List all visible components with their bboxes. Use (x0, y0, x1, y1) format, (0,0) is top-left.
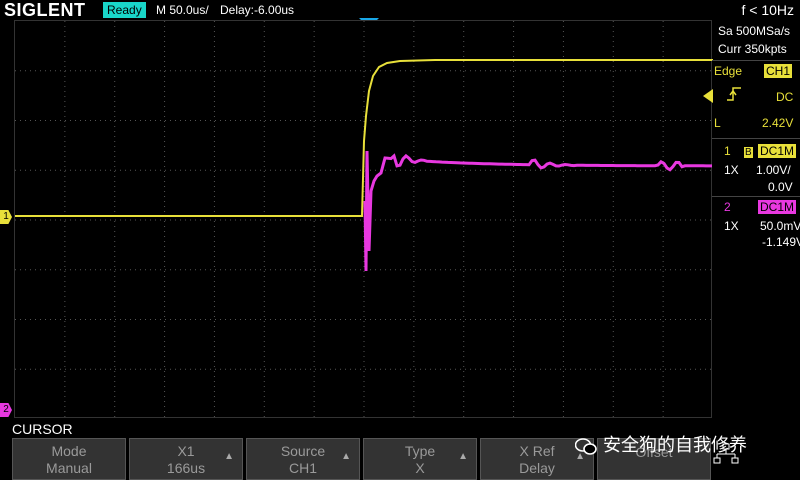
ch1-probe: 1X (724, 163, 739, 177)
panel-divider (712, 60, 800, 61)
waveform-display (14, 20, 713, 419)
ch2-coupling-badge: DC1M (758, 200, 797, 214)
ch2-offset-marker[interactable]: 2 (0, 403, 12, 417)
frequency-counter: f < 10Hz (741, 2, 794, 18)
acquisition-status-badge: Ready (103, 2, 146, 18)
memory-depth-readout: Curr 350kpts (718, 42, 787, 56)
ch1-number: 1 (724, 144, 731, 158)
ch2-waveform (363, 150, 712, 272)
knob-adjust-icon: ▲ (458, 451, 468, 462)
knob-adjust-icon: ▲ (341, 451, 351, 462)
wechat-icon (574, 437, 597, 456)
delay-readout: Delay:-6.00us (220, 3, 295, 17)
bandwidth-limit-badge: B (744, 147, 753, 158)
panel-divider (712, 138, 800, 139)
waveform-grid (15, 21, 713, 419)
knob-adjust-icon: ▲ (224, 451, 234, 462)
ch2-number: 2 (724, 200, 731, 214)
menu-title: CURSOR (12, 421, 73, 437)
network-icon (713, 443, 739, 464)
timebase-readout: M 50.0us/ (156, 3, 209, 17)
softkey-type[interactable]: Type X ▲ (363, 438, 477, 480)
ch2-offset: -1.149V (762, 235, 800, 249)
trigger-coupling: DC (776, 90, 794, 104)
brand-logo: SIGLENT (4, 0, 86, 20)
ch1-offset: 0.0V (768, 180, 793, 194)
softkey-mode[interactable]: Mode Manual (12, 438, 126, 480)
ch1-waveform (15, 59, 713, 217)
rising-edge-icon (726, 86, 746, 104)
top-status-bar: SIGLENT Ready M 50.0us/ Delay:-6.00us f … (0, 0, 800, 20)
softkey-x1[interactable]: X1 166us ▲ (129, 438, 243, 480)
trigger-level-label: L (714, 116, 721, 130)
ch1-offset-marker[interactable]: 1 (0, 210, 12, 224)
ch1-coupling-badge: DC1M (758, 144, 797, 158)
softkey-source[interactable]: Source CH1 ▲ (246, 438, 360, 480)
trigger-source-badge: CH1 (764, 64, 793, 78)
trigger-level-marker (703, 89, 713, 103)
trigger-level-value: 2.42V (762, 116, 794, 130)
ch2-probe: 1X (724, 219, 739, 233)
ch1-scale: 1.00V/ (756, 163, 791, 177)
panel-divider (712, 196, 800, 197)
